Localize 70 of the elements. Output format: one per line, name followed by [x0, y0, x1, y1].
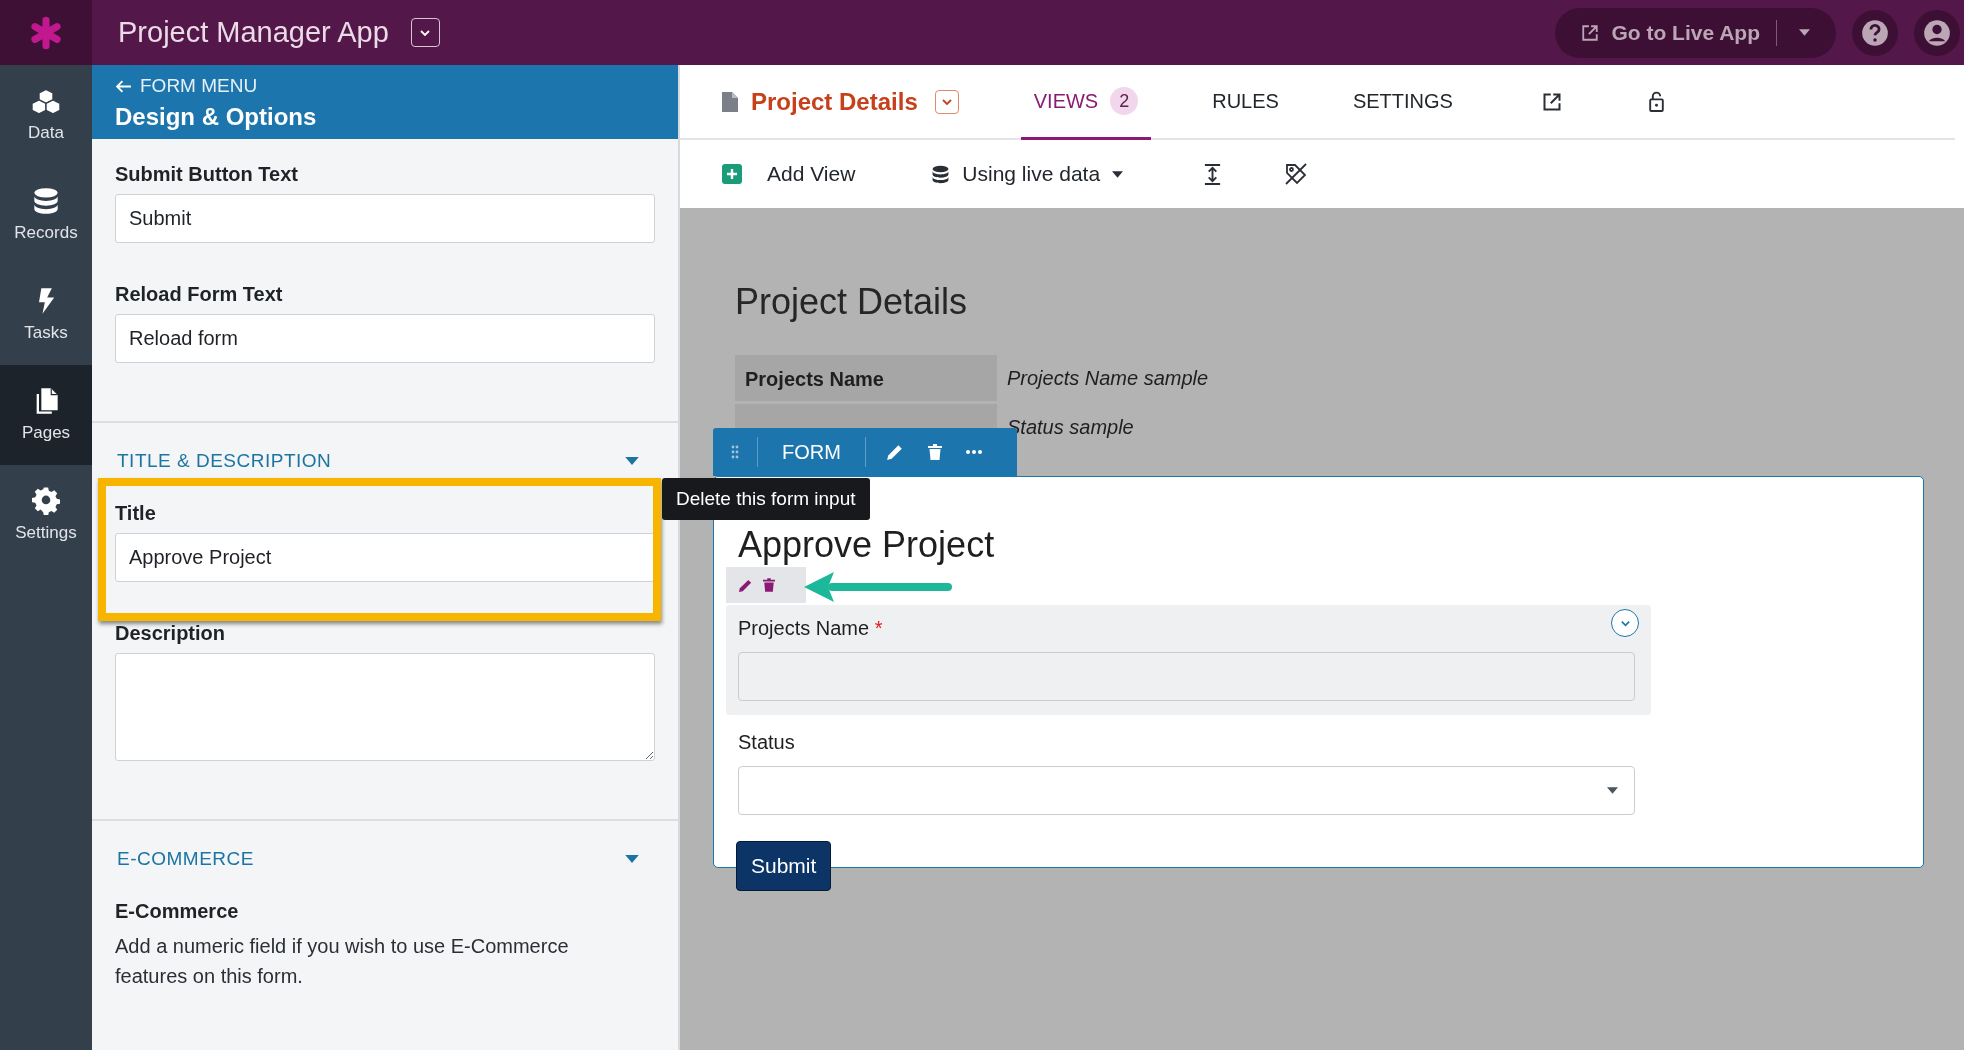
arrow-left-icon [804, 572, 954, 602]
field-label: Description [115, 622, 227, 645]
user-menu-button[interactable] [1914, 9, 1960, 56]
submit-button[interactable]: Submit [736, 841, 832, 891]
nav-item[interactable]: Tasks [0, 265, 92, 365]
more-button[interactable] [963, 450, 984, 454]
page-dropdown-button[interactable] [934, 89, 959, 114]
ellipsis-icon [965, 450, 982, 454]
field-label: Status [738, 731, 795, 754]
app-title: Project Manager App [118, 16, 389, 49]
app-dropdown-button[interactable] [410, 18, 440, 47]
caret-down-icon [1112, 170, 1124, 178]
edit-field-button[interactable] [738, 577, 753, 593]
nav-item[interactable]: Records [0, 165, 92, 265]
section-toggle[interactable]: TITLE & DESCRIPTION [115, 450, 655, 472]
select-field[interactable] [738, 766, 1635, 815]
external-link-icon [1541, 91, 1562, 112]
question-mark-icon [1861, 18, 1889, 47]
text-input[interactable]: Approve Project [115, 533, 655, 582]
nav-item[interactable]: Data [0, 65, 92, 165]
form-title: Approve Project [738, 525, 996, 565]
vertical-resize-icon [1203, 162, 1223, 186]
text-input[interactable] [738, 652, 1635, 701]
count-badge: 2 [1110, 87, 1139, 115]
document-icon [722, 91, 738, 112]
delete-field-button[interactable] [763, 578, 775, 592]
nav-item[interactable]: Pages [0, 365, 92, 465]
database-icon [931, 164, 951, 184]
cubes-icon [32, 87, 60, 115]
user-icon [1923, 18, 1951, 47]
section-heading: E-Commerce [115, 900, 240, 923]
lock-icon [1647, 91, 1665, 112]
trash-icon [927, 444, 942, 460]
section-toggle[interactable]: E-COMMERCE [115, 848, 655, 870]
add-view-button[interactable]: Add View [722, 162, 856, 186]
help-button[interactable] [1852, 9, 1898, 56]
pencil-icon [885, 443, 904, 461]
caret-down-icon [1799, 29, 1810, 36]
help-text: Add a numeric field if you wish to use E-Commerce features on this form. [115, 934, 570, 989]
plus-square-icon [722, 164, 742, 184]
field-label: Title [115, 502, 157, 525]
go-to-live-app-button[interactable]: Go to Live App [1555, 7, 1836, 58]
page-heading: Project Details [735, 281, 969, 323]
asterisk-logo-icon [29, 15, 63, 50]
panel-title: Design & Options [115, 103, 318, 131]
data-source-dropdown[interactable]: Using live data [931, 162, 1124, 186]
caret-down-icon [1607, 787, 1618, 794]
nav-item[interactable]: Settings [0, 465, 92, 565]
tag-slash-icon [1284, 162, 1309, 186]
detail-value: Projects Name sample [1006, 366, 1209, 390]
external-link-icon [1581, 23, 1600, 42]
page-title: Project Details [751, 87, 918, 116]
tooltip: Delete this form input [662, 478, 870, 520]
text-input[interactable]: Submit [115, 194, 655, 243]
form-type-label: FORM [781, 440, 842, 464]
drag-handle-icon[interactable] [731, 445, 739, 459]
database-icon [32, 187, 60, 215]
collapse-button[interactable] [1611, 609, 1639, 637]
tab[interactable]: RULES [1199, 65, 1292, 140]
tab[interactable]: SETTINGS [1339, 65, 1466, 140]
pencil-icon [738, 577, 753, 593]
field-label: Reload Form Text [115, 283, 284, 306]
delete-button[interactable] [925, 444, 944, 460]
field-label: Submit Button Text [115, 163, 299, 186]
form-menu-back-link[interactable]: FORM MENU [115, 75, 655, 97]
detail-label-cell: Projects Name [735, 355, 997, 401]
trash-icon [763, 578, 775, 592]
text-input[interactable]: Reload form [115, 314, 655, 363]
gear-icon [32, 487, 60, 515]
field-label: Projects Name * [738, 617, 883, 640]
